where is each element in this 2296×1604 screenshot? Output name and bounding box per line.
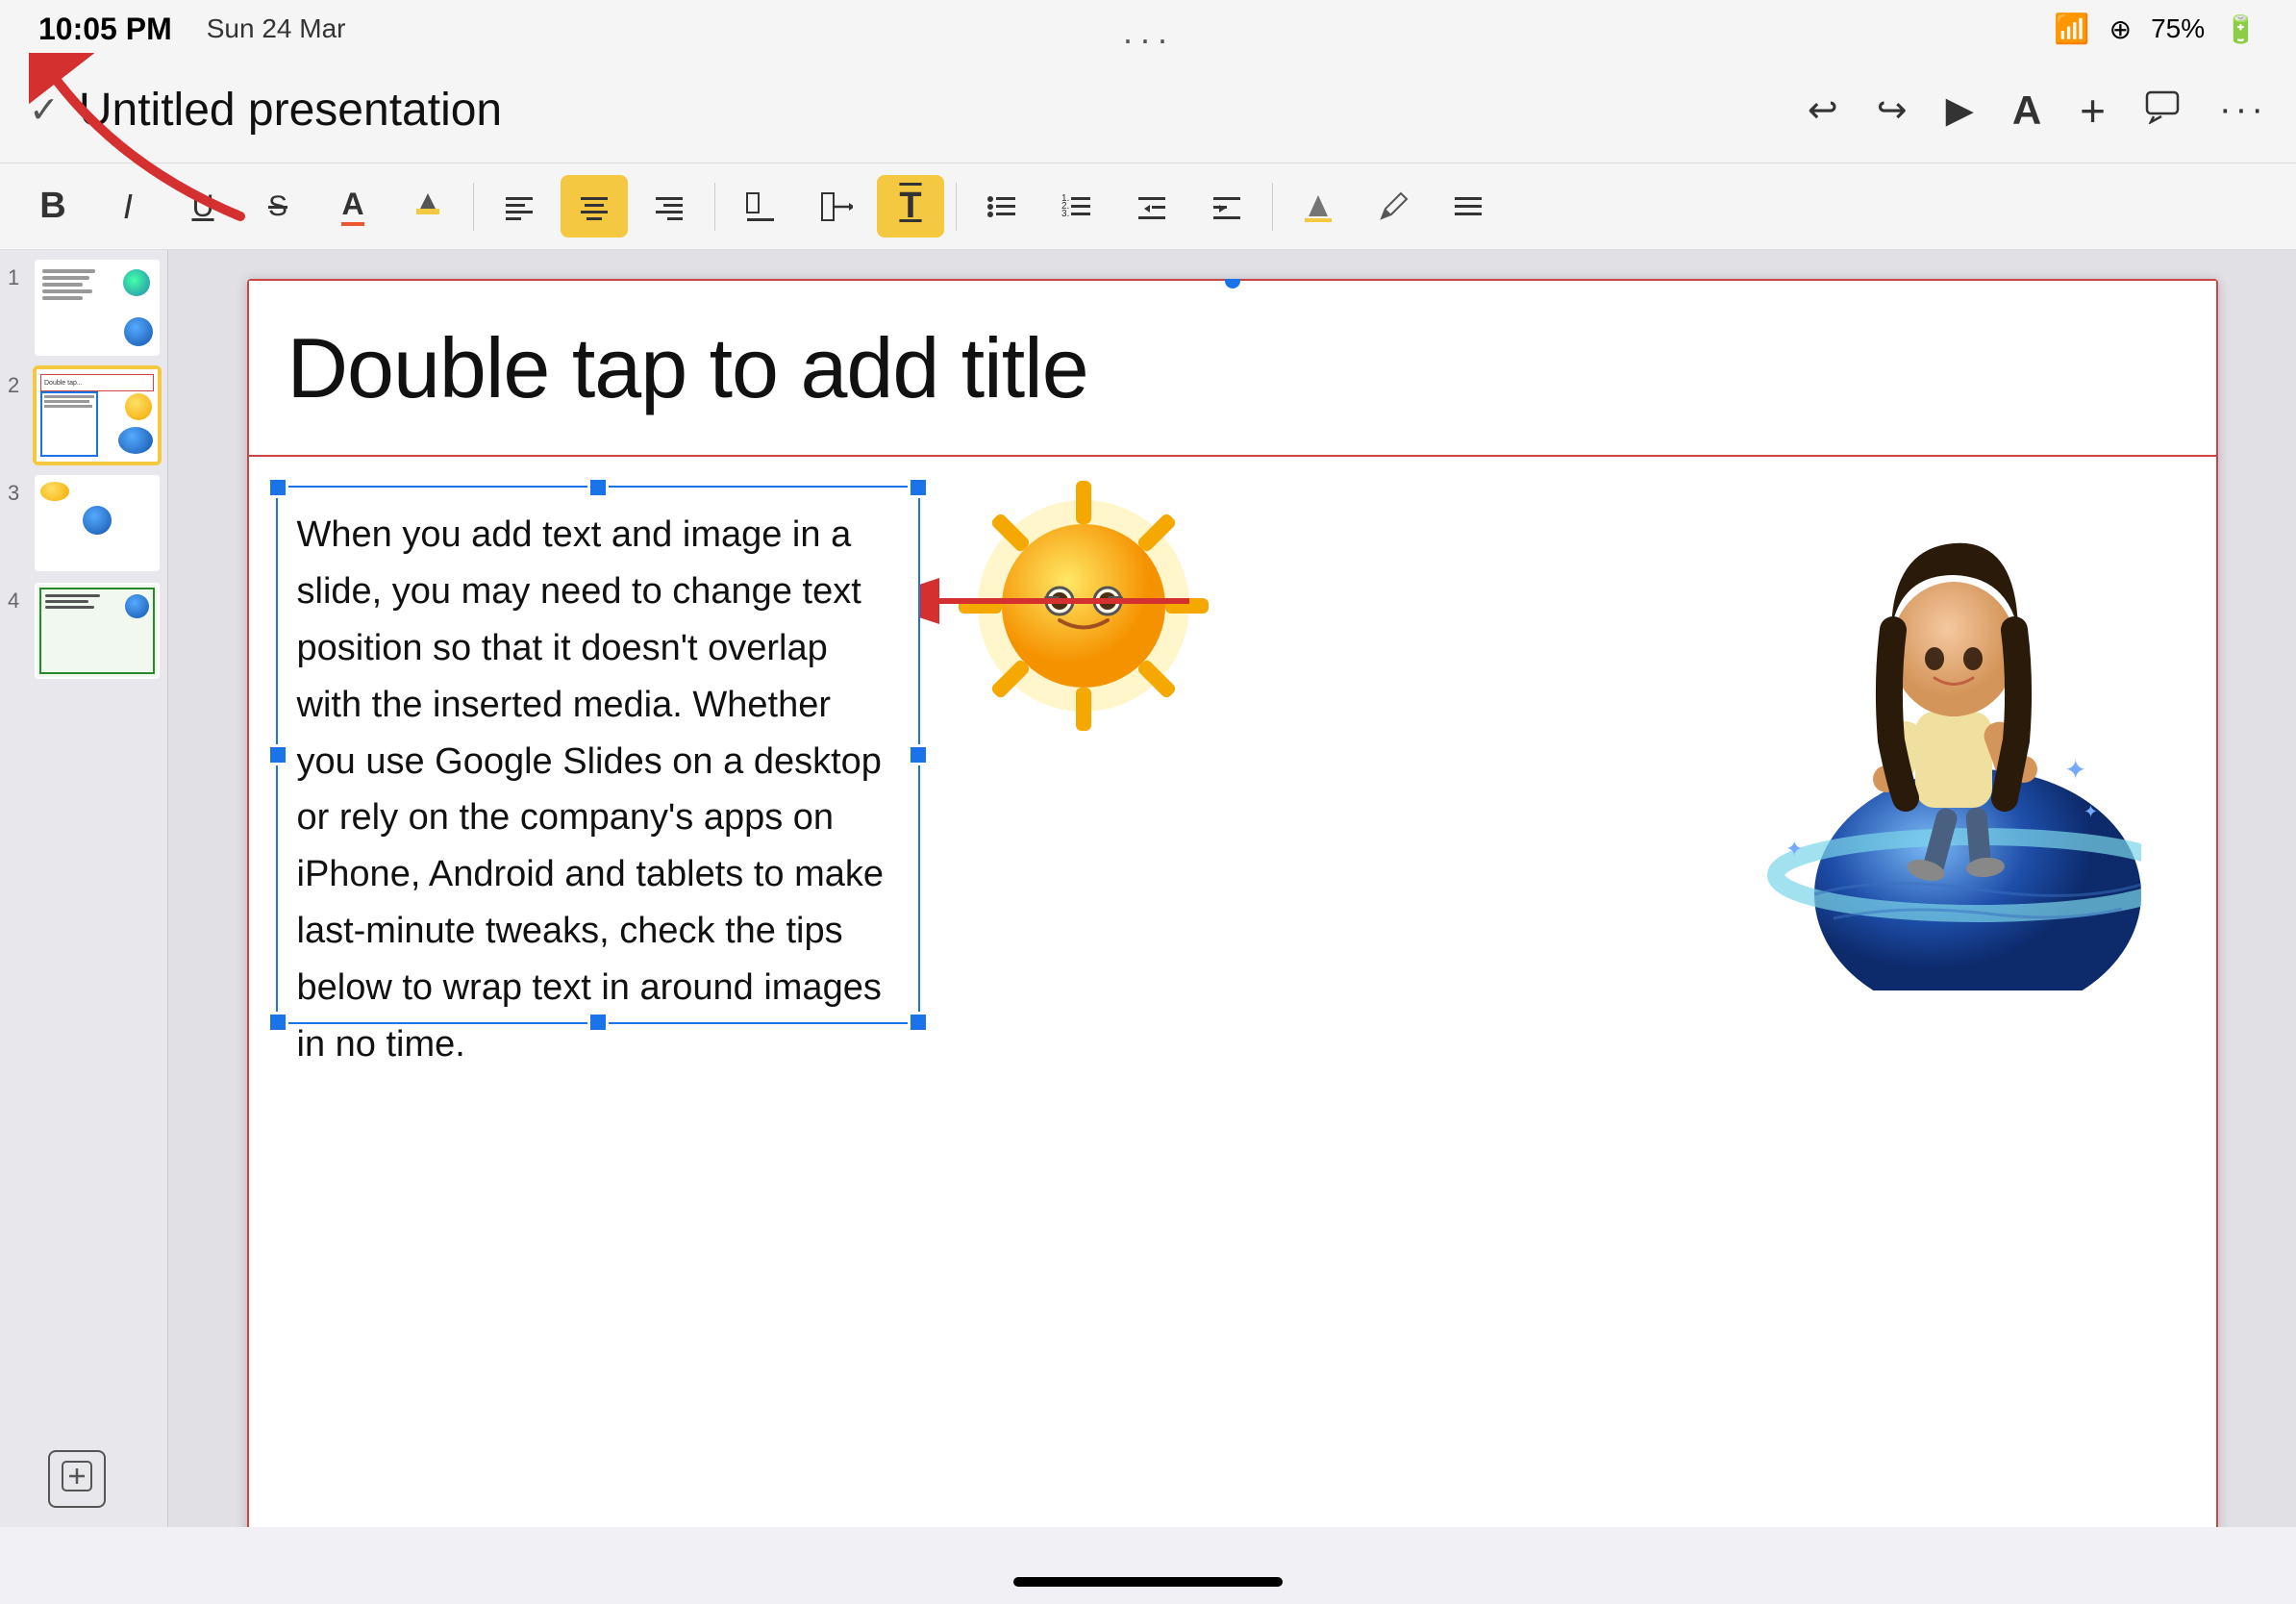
presentation-title[interactable]: Untitled presentation (79, 84, 1808, 137)
pencil-button[interactable] (1360, 175, 1427, 238)
align-middle-button[interactable] (802, 175, 869, 238)
signal-icon: ⊕ (2109, 13, 2132, 45)
svg-text:✦: ✦ (2084, 802, 2098, 821)
character-svg: ✦ ✦ ✦ (1737, 490, 2141, 990)
slides-panel: 1 2 (0, 250, 168, 1527)
slide-thumb-container-3: 3 (8, 475, 160, 571)
align-right-button[interactable] (636, 175, 703, 238)
handle-top-right[interactable] (908, 477, 929, 498)
handle-middle-left[interactable] (267, 744, 288, 765)
add-slide-icon (60, 1459, 94, 1500)
slide-thumbnail-3[interactable] (35, 475, 160, 571)
header-actions: ↩ ↪ ▶ A + ··· (1808, 85, 2267, 137)
check-icon[interactable]: ✓ (29, 88, 60, 132)
wifi-icon: 📶 (2054, 13, 2089, 46)
sun-svg (949, 471, 1218, 740)
sun-image (949, 471, 1218, 740)
svg-text:✦: ✦ (1785, 837, 1803, 861)
handle-bottom-left[interactable] (267, 1012, 288, 1033)
slide-canvas[interactable]: Double tap to add title When you add tex… (247, 279, 2218, 1527)
bold-button[interactable]: B (19, 175, 87, 238)
svg-text:3.: 3. (1061, 209, 1069, 219)
highlight-button[interactable] (394, 175, 462, 238)
slide-thumbnail-1[interactable] (35, 260, 160, 356)
slide-number-4: 4 (8, 583, 27, 614)
handle-middle-right[interactable] (908, 744, 929, 765)
indent-less-button[interactable] (1118, 175, 1185, 238)
handle-top-left[interactable] (267, 477, 288, 498)
redo-button[interactable]: ↪ (1877, 88, 1908, 132)
add-slide-button[interactable] (48, 1450, 106, 1508)
battery-icon: 🔋 (2224, 13, 2258, 45)
battery-label: 75% (2151, 13, 2205, 44)
toolbar: B I U S A T 1.2.3. (0, 163, 2296, 250)
text-box[interactable]: When you add text and image in a slide, … (276, 486, 920, 1024)
status-time: 10:05 PM (38, 12, 172, 47)
slide-title-area[interactable]: Double tap to add title (247, 279, 2218, 457)
canvas-area[interactable]: Double tap to add title When you add tex… (168, 250, 2296, 1527)
slide-number-2: 2 (8, 367, 27, 398)
bullet-list-button[interactable] (968, 175, 1036, 238)
more-options-button[interactable]: ··· (2219, 89, 2267, 131)
add-button[interactable]: + (2080, 85, 2106, 137)
align-center-button[interactable] (561, 175, 628, 238)
character-image: ✦ ✦ ✦ (1737, 490, 2141, 990)
status-date: Sun 24 Mar (207, 13, 346, 44)
three-dots: ··· (1122, 19, 1174, 60)
slide-thumb-container-4: 4 (8, 583, 160, 679)
play-button[interactable]: ▶ (1946, 88, 1974, 132)
font-color-button[interactable]: A (319, 175, 387, 238)
handle-top-middle[interactable] (587, 477, 609, 498)
text-content[interactable]: When you add text and image in a slide, … (297, 507, 899, 1073)
slide-number-3: 3 (8, 475, 27, 506)
numbered-list-button[interactable]: 1.2.3. (1043, 175, 1111, 238)
status-right: 📶 ⊕ 75% 🔋 (2054, 13, 2258, 46)
slide-thumbnail-4[interactable] (35, 583, 160, 679)
handle-bottom-right[interactable] (908, 1012, 929, 1033)
slide-title[interactable]: Double tap to add title (287, 319, 1088, 417)
more-format-button[interactable] (1435, 175, 1502, 238)
italic-button[interactable]: I (94, 175, 162, 238)
comment-button[interactable] (2144, 88, 2181, 134)
slide-number-1: 1 (8, 260, 27, 290)
indent-more-button[interactable] (1193, 175, 1260, 238)
slide-thumb-container-2: 2 Double tap... (8, 367, 160, 464)
svg-text:✦: ✦ (2064, 755, 2086, 785)
handle-bottom-middle[interactable] (587, 1012, 609, 1033)
undo-button[interactable]: ↩ (1808, 88, 1838, 132)
fill-color-button[interactable] (1285, 175, 1352, 238)
strikethrough-button[interactable]: S (244, 175, 312, 238)
align-bottom-button[interactable] (727, 175, 794, 238)
main-layout: 1 2 (0, 250, 2296, 1527)
align-left-button[interactable] (486, 175, 553, 238)
text-format-button[interactable]: A (2012, 88, 2041, 134)
underline-button[interactable]: U (169, 175, 237, 238)
header-bar: ✓ Untitled presentation ↩ ↪ ▶ A + ··· (0, 58, 2296, 163)
title-center-handle (1225, 279, 1240, 288)
slide-thumb-container-1: 1 (8, 260, 160, 356)
home-bar (1013, 1577, 1283, 1587)
slide-thumbnail-2[interactable]: Double tap... (35, 367, 160, 464)
text-fit-button[interactable]: T (877, 175, 944, 238)
status-bar: 10:05 PM Sun 24 Mar ··· 📶 ⊕ 75% 🔋 (0, 0, 2296, 58)
